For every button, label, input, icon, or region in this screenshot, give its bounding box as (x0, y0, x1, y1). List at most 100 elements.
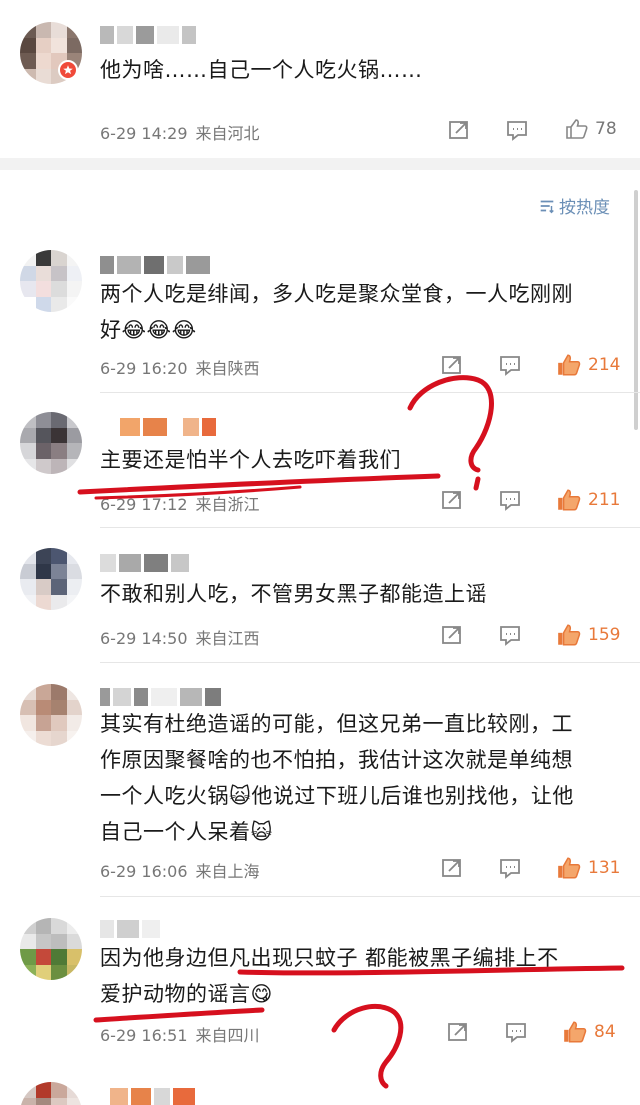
username-blurred[interactable] (100, 554, 189, 572)
comment-meta: 6-29 16:51 来自四川 (100, 1022, 260, 1046)
comment-icon (507, 121, 527, 141)
comment-text: 他为啥……自己一个人吃火锅…… (100, 58, 423, 82)
reply-button[interactable] (498, 353, 522, 377)
share-button[interactable] (440, 488, 464, 512)
share-icon (442, 356, 461, 374)
comment-meta: 6-29 17:12 来自浙江 (100, 491, 260, 515)
reply-button[interactable] (498, 623, 522, 647)
reply-button[interactable] (498, 488, 522, 512)
comment-time: 6-29 17:12 (100, 495, 188, 514)
share-icon (442, 491, 461, 509)
comment-region: 来自河北 (195, 124, 260, 143)
like-count: 78 (595, 119, 617, 139)
divider (100, 662, 640, 663)
comment-icon (500, 356, 520, 376)
comment-icon (500, 859, 520, 879)
comment-text-line: 因为他身边但凡出现只蚊子 都能被黑子编排上不 (100, 946, 559, 970)
comment-meta: 6-29 16:06 来自上海 (100, 858, 260, 882)
comment-text: 两个人吃是绯闻，多人吃是聚众堂食，一人吃刚刚 好😂😂😂 (100, 276, 573, 348)
like-button[interactable]: 211 (556, 487, 620, 513)
like-count: 84 (594, 1022, 616, 1042)
reply-button[interactable] (504, 1020, 528, 1044)
comment-icon (506, 1023, 526, 1043)
comment-text-line: 爱护动物的谣言😋 (100, 982, 273, 1006)
thumbs-up-icon (566, 119, 588, 139)
username-blurred[interactable] (100, 688, 221, 706)
reply-button[interactable] (498, 856, 522, 880)
like-button[interactable]: 84 (562, 1019, 616, 1045)
section-separator (0, 158, 640, 170)
comment-text-line: 好😂😂😂 (100, 318, 197, 342)
comment-text-line: 主要还是怕半个人去吃吓着我们 (100, 448, 401, 472)
comment-text-line: 不敢和别人吃，不管男女黑子都能造上谣 (100, 582, 487, 606)
share-icon (448, 1023, 467, 1041)
share-icon (442, 859, 461, 877)
comment-text-line: 两个人吃是绯闻，多人吃是聚众堂食，一人吃刚刚 (100, 282, 573, 306)
divider (100, 896, 640, 897)
divider (100, 527, 640, 528)
comment-text-line: 自己一个人呆着🙀 (100, 820, 273, 844)
comment-time: 6-29 16:51 (100, 1026, 188, 1045)
like-button[interactable]: 159 (556, 622, 620, 648)
scrollbar[interactable] (634, 190, 638, 430)
top-comment: 他为啥……自己一个人吃火锅…… 6-29 14:29 来自河北 78 (0, 0, 640, 158)
avatar[interactable] (20, 548, 82, 610)
comment-region: 来自上海 (195, 862, 260, 881)
comment-meta: 6-29 14:50 来自江西 (100, 625, 260, 649)
avatar[interactable] (20, 684, 82, 746)
comment-text: 主要还是怕半个人去吃吓着我们 (100, 442, 401, 478)
like-button[interactable]: 78 (565, 117, 617, 141)
comment-region: 来自四川 (195, 1026, 260, 1045)
avatar[interactable] (20, 250, 82, 312)
share-icon (449, 121, 468, 139)
thumbs-up-icon (564, 1021, 587, 1043)
username-blurred[interactable] (120, 418, 216, 436)
comment-text: 其实有杜绝造谣的可能，但这兄弟一直比较刚，工 作原因聚餐啥的也不怕拍，我估计这次… (100, 706, 574, 850)
share-button[interactable] (446, 1020, 470, 1044)
comment-text: 因为他身边但凡出现只蚊子 都能被黑子编排上不 爱护动物的谣言😋 (100, 940, 559, 1012)
comment-icon (500, 491, 520, 511)
username-blurred[interactable] (100, 256, 210, 274)
comment-text-line: 其实有杜绝造谣的可能，但这兄弟一直比较刚，工 (100, 712, 573, 736)
verified-badge-icon (58, 60, 78, 80)
like-count: 159 (588, 625, 621, 645)
like-button[interactable]: 131 (556, 855, 620, 881)
share-button[interactable] (440, 353, 464, 377)
comment-region: 来自江西 (195, 629, 260, 648)
thumbs-up-icon (558, 857, 581, 879)
username-blurred[interactable] (100, 920, 160, 938)
comment-text-line: 作原因聚餐啥的也不怕拍，我估计这次就是单纯想 (100, 748, 573, 772)
comment-meta: 6-29 14:29 来自河北 (100, 120, 260, 144)
thumbs-up-icon (558, 354, 581, 376)
avatar[interactable] (20, 918, 82, 980)
username-blurred[interactable] (110, 1088, 195, 1105)
share-icon (442, 626, 461, 644)
share-button[interactable] (440, 856, 464, 880)
comment-region: 来自浙江 (195, 495, 260, 514)
comment-icon (500, 626, 520, 646)
like-count: 211 (588, 490, 621, 510)
like-count: 131 (588, 858, 621, 878)
like-count: 214 (588, 355, 621, 375)
share-button[interactable] (440, 623, 464, 647)
avatar[interactable] (20, 1082, 82, 1105)
comment-time: 6-29 14:29 (100, 124, 188, 143)
sort-by-hot-button[interactable]: 按热度 (538, 193, 610, 218)
username-blurred[interactable] (100, 26, 196, 44)
sort-icon (540, 200, 554, 213)
reply-button[interactable] (505, 118, 529, 142)
divider (100, 392, 640, 393)
thumbs-up-icon (558, 624, 581, 646)
comment-region: 来自陕西 (195, 359, 260, 378)
avatar[interactable] (20, 412, 82, 474)
comment-text-line: 一个人吃火锅🙀他说过下班儿后谁也别找他，让他 (100, 784, 574, 808)
share-button[interactable] (447, 118, 471, 142)
comment-meta: 6-29 16:20 来自陕西 (100, 355, 260, 379)
comment-time: 6-29 16:20 (100, 359, 188, 378)
comment-time: 6-29 14:50 (100, 629, 188, 648)
like-button[interactable]: 214 (556, 352, 620, 378)
sort-label: 按热度 (559, 198, 610, 218)
comment-text: 不敢和别人吃，不管男女黑子都能造上谣 (100, 576, 487, 612)
comment-time: 6-29 16:06 (100, 862, 188, 881)
thumbs-up-icon (558, 489, 581, 511)
